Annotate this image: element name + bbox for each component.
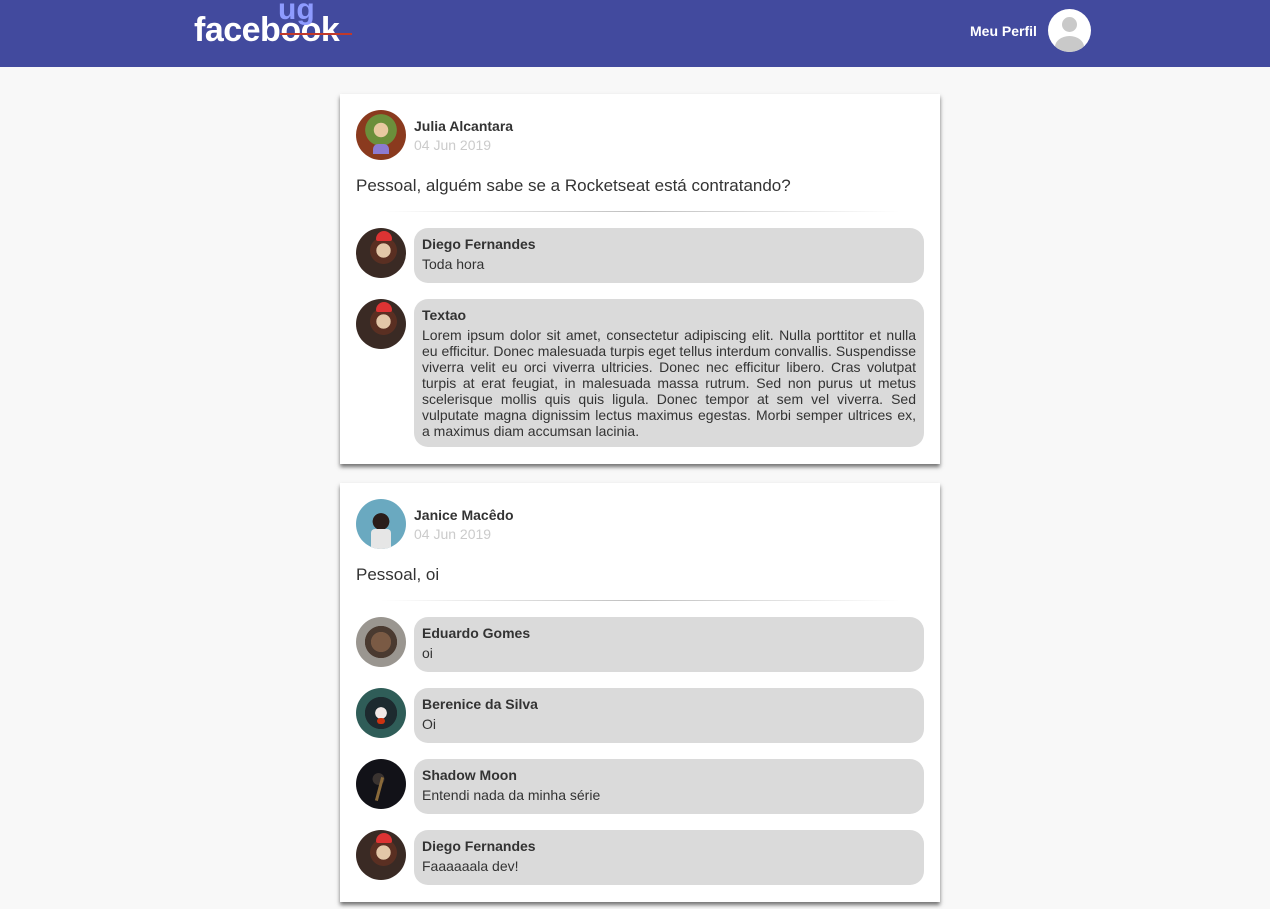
post-content: Pessoal, alguém sabe se a Rocketseat est… [356, 176, 791, 195]
post-date: 04 Jun 2019 [414, 136, 492, 153]
avatar[interactable] [356, 830, 406, 880]
user-silhouette-icon[interactable] [1047, 9, 1091, 52]
comment: Shadow Moon Entendi nada da minha série [356, 759, 924, 814]
post-author[interactable]: Julia Alcantara [414, 118, 513, 134]
comment: Eduardo Gomes oi [356, 617, 924, 672]
post-author[interactable]: Janice Macêdo [414, 507, 514, 523]
comment-bubble: Shadow Moon Entendi nada da minha série [414, 759, 924, 814]
comment-text: Lorem ipsum dolor sit amet, consectetur … [422, 327, 916, 439]
logo-strikethrough [280, 33, 352, 35]
avatar[interactable] [356, 499, 406, 549]
comment-author[interactable]: Eduardo Gomes [422, 625, 916, 641]
comment-author[interactable]: Textao [422, 307, 916, 323]
logo-text: facebook [194, 11, 340, 49]
avatar[interactable] [356, 299, 406, 349]
comment-bubble: Eduardo Gomes oi [414, 617, 924, 672]
avatar[interactable] [356, 228, 406, 278]
comment-author[interactable]: Shadow Moon [422, 767, 916, 783]
avatar[interactable] [356, 759, 406, 809]
post-card: Julia Alcantara 04 Jun 2019 Pessoal, alg… [340, 94, 940, 464]
post-content: Pessoal, oi [356, 565, 440, 584]
avatar[interactable] [356, 617, 406, 667]
profile-label: Meu Perfil [970, 22, 1037, 39]
comment-text: Faaaaaala dev! [422, 858, 519, 874]
facebook-logo[interactable]: facebook ug [194, 0, 354, 60]
comment-author[interactable]: Diego Fernandes [422, 236, 916, 252]
comment-bubble: Diego Fernandes Toda hora [414, 228, 924, 283]
profile-link[interactable]: Meu Perfil [970, 9, 1091, 52]
comment-bubble: Textao Lorem ipsum dolor sit amet, conse… [414, 299, 924, 447]
comment-text: Entendi nada da minha série [422, 787, 601, 803]
post-divider [380, 600, 900, 601]
comment-author[interactable]: Diego Fernandes [422, 838, 916, 854]
comment-text: oi [422, 645, 433, 661]
avatar[interactable] [356, 688, 406, 738]
post-divider [380, 211, 900, 212]
comment-bubble: Berenice da Silva Oi [414, 688, 924, 743]
post-card: Janice Macêdo 04 Jun 2019 Pessoal, oi Ed… [340, 483, 940, 902]
comment-text: Toda hora [422, 256, 485, 272]
post-header: Julia Alcantara 04 Jun 2019 [356, 110, 513, 160]
comment-bubble: Diego Fernandes Faaaaaala dev! [414, 830, 924, 885]
comment: Diego Fernandes Toda hora [356, 228, 924, 283]
logo-superscript: ug [278, 0, 315, 26]
comment: Textao Lorem ipsum dolor sit amet, conse… [356, 299, 924, 447]
comment-author[interactable]: Berenice da Silva [422, 696, 916, 712]
avatar[interactable] [356, 110, 406, 160]
comment: Diego Fernandes Faaaaaala dev! [356, 830, 924, 885]
top-bar: facebook ug Meu Perfil [0, 0, 1270, 67]
comment-text: Oi [422, 716, 436, 732]
post-date: 04 Jun 2019 [414, 525, 492, 542]
comment: Berenice da Silva Oi [356, 688, 924, 743]
post-header: Janice Macêdo 04 Jun 2019 [356, 499, 514, 549]
